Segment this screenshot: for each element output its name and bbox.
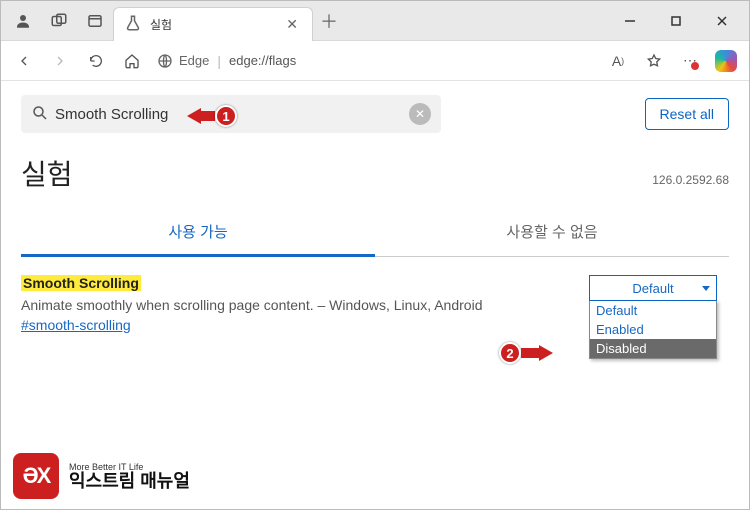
- flag-name: Smooth Scrolling: [21, 275, 141, 291]
- browser-tab[interactable]: 실험 ✕: [113, 7, 313, 41]
- close-window-button[interactable]: [699, 5, 745, 37]
- clear-search-button[interactable]: ✕: [409, 103, 431, 125]
- address-bar[interactable]: Edge | edge://flags: [151, 53, 599, 69]
- maximize-button[interactable]: [653, 5, 699, 37]
- workspaces-icon[interactable]: [41, 3, 77, 39]
- flag-select[interactable]: Default: [589, 275, 717, 301]
- forward-button[interactable]: [43, 44, 77, 78]
- flags-search-input[interactable]: [49, 106, 409, 123]
- more-button[interactable]: ⋯: [673, 44, 707, 78]
- toolbar: Edge | edge://flags A) ⋯: [1, 41, 749, 81]
- title-bar: 실험 ✕ ＋: [1, 1, 749, 41]
- site-identity[interactable]: Edge: [157, 53, 209, 69]
- logo-mark-icon: ƏX: [13, 453, 59, 499]
- option-default[interactable]: Default: [590, 301, 716, 320]
- flag-description: Animate smoothly when scrolling page con…: [21, 297, 589, 313]
- profile-icon[interactable]: [5, 3, 41, 39]
- flag-anchor-link[interactable]: #smooth-scrolling: [21, 317, 131, 333]
- back-button[interactable]: [7, 44, 41, 78]
- url-text: edge://flags: [229, 53, 296, 68]
- option-enabled[interactable]: Enabled: [590, 320, 716, 339]
- copilot-button[interactable]: [709, 44, 743, 78]
- browser-label: Edge: [179, 53, 209, 68]
- page-content: ✕ Reset all 실험 126.0.2592.68 사용 가능 사용할 수…: [1, 81, 749, 509]
- flags-search[interactable]: ✕: [21, 95, 441, 133]
- flask-icon: [124, 14, 142, 35]
- watermark-logo: ƏX More Better IT Life 익스트림 매뉴얼: [13, 453, 190, 499]
- favorite-button[interactable]: [637, 44, 671, 78]
- tab-unavailable[interactable]: 사용할 수 없음: [375, 209, 729, 256]
- minimize-button[interactable]: [607, 5, 653, 37]
- page-title: 실험: [21, 153, 73, 193]
- tab-title: 실험: [150, 16, 282, 33]
- refresh-button[interactable]: [79, 44, 113, 78]
- version-label: 126.0.2592.68: [652, 173, 729, 187]
- flag-select-value: Default: [632, 281, 673, 296]
- new-tab-button[interactable]: ＋: [313, 8, 345, 34]
- tab-close-button[interactable]: ✕: [282, 14, 302, 35]
- read-aloud-button[interactable]: A): [601, 44, 635, 78]
- option-disabled[interactable]: Disabled: [590, 339, 716, 358]
- search-icon: [31, 104, 49, 125]
- flag-select-dropdown: Default Enabled Disabled: [589, 300, 717, 359]
- tab-available[interactable]: 사용 가능: [21, 209, 375, 257]
- flag-row: Smooth Scrolling Animate smoothly when s…: [21, 257, 729, 359]
- logo-brand: 익스트림 매뉴얼: [69, 472, 190, 490]
- copilot-icon: [715, 50, 737, 72]
- home-button[interactable]: [115, 44, 149, 78]
- tab-actions-icon[interactable]: [77, 3, 113, 39]
- reset-all-button[interactable]: Reset all: [645, 98, 729, 130]
- flags-tabs: 사용 가능 사용할 수 없음: [21, 209, 729, 257]
